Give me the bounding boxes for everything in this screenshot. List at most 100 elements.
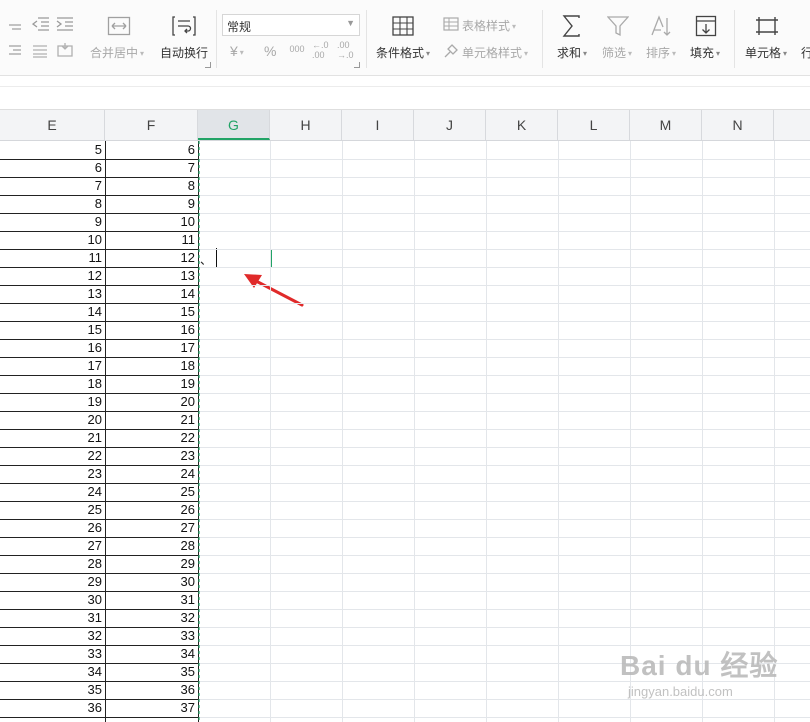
cell-f[interactable]: 20 (105, 393, 198, 411)
cell-e[interactable]: 17 (0, 357, 105, 375)
cell-style-icon[interactable] (443, 43, 459, 59)
spreadsheet-grid[interactable]: 、 5 6 6 7 7 8 8 9 9 10 10 11 11 12 12 13 13 14 14 15 15 16 16 1… (0, 141, 810, 722)
percent-button[interactable]: % (264, 43, 276, 59)
cell-f[interactable]: 33 (105, 627, 198, 645)
column-header-cut[interactable]: C (774, 110, 810, 140)
cell-style-button[interactable]: 单元格样式 ▾ (462, 44, 528, 61)
number-format-launcher-icon[interactable] (354, 62, 360, 68)
decrease-indent-icon[interactable] (32, 16, 50, 32)
sort-button[interactable]: 排序 ▾ (646, 44, 676, 61)
cell-e[interactable]: 16 (0, 339, 105, 357)
cell-f[interactable]: 31 (105, 591, 198, 609)
cell-f[interactable]: 24 (105, 465, 198, 483)
cell-f[interactable]: 36 (105, 681, 198, 699)
cell-f[interactable]: 12 (105, 249, 198, 267)
cell-e[interactable]: 12 (0, 267, 105, 285)
merge-center-icon[interactable] (107, 16, 131, 36)
conditional-format-button[interactable]: 条件格式 ▾ (376, 44, 430, 61)
cell-e[interactable]: 20 (0, 411, 105, 429)
distribute-icon[interactable] (32, 44, 48, 58)
cell-f[interactable]: 30 (105, 573, 198, 591)
cell-e[interactable]: 14 (0, 303, 105, 321)
conditional-format-icon[interactable] (392, 16, 414, 36)
cell-f[interactable]: 7 (105, 159, 198, 177)
align-top-icon[interactable] (8, 16, 22, 30)
column-header-h[interactable]: H (270, 110, 342, 140)
currency-button[interactable]: ¥ ▾ (230, 43, 244, 59)
thousands-button[interactable]: 000 (288, 44, 306, 54)
cell-e[interactable]: 9 (0, 213, 105, 231)
wrap-text-icon[interactable] (172, 15, 196, 37)
column-header-e[interactable]: E (0, 110, 105, 140)
cell-e[interactable]: 15 (0, 321, 105, 339)
alignment-launcher-icon[interactable] (205, 62, 211, 68)
vertical-align-icon[interactable] (56, 42, 74, 58)
column-header-i[interactable]: I (342, 110, 414, 140)
cell-e[interactable]: 10 (0, 231, 105, 249)
cell-f[interactable]: 34 (105, 645, 198, 663)
fill-icon[interactable] (695, 15, 717, 37)
cell-e[interactable]: 26 (0, 519, 105, 537)
align-right-icon[interactable] (8, 44, 22, 58)
cell-f[interactable]: 23 (105, 447, 198, 465)
cell-f[interactable]: 27 (105, 519, 198, 537)
column-header-k[interactable]: K (486, 110, 558, 140)
cell-e[interactable]: 28 (0, 555, 105, 573)
cell-e[interactable]: 31 (0, 609, 105, 627)
merge-center-button[interactable]: 合并居中 ▾ (90, 44, 144, 61)
cell-f[interactable]: 18 (105, 357, 198, 375)
cell-e[interactable]: 19 (0, 393, 105, 411)
increase-indent-icon[interactable] (56, 16, 74, 32)
cell-f[interactable]: 15 (105, 303, 198, 321)
table-style-icon[interactable] (443, 17, 459, 31)
cell-f[interactable]: 35 (105, 663, 198, 681)
cell-e[interactable]: 32 (0, 627, 105, 645)
cell-e[interactable]: 24 (0, 483, 105, 501)
cell-e[interactable]: 5 (0, 141, 105, 159)
cell-e[interactable]: 6 (0, 159, 105, 177)
cell-f[interactable]: 32 (105, 609, 198, 627)
cell-f[interactable]: 25 (105, 483, 198, 501)
column-header-g[interactable]: G (198, 110, 270, 140)
increase-decimal-button[interactable]: ←.0 .00 (312, 40, 332, 60)
cell-e[interactable]: 18 (0, 375, 105, 393)
cell-f[interactable]: 37 (105, 699, 198, 717)
cell-e[interactable]: 29 (0, 573, 105, 591)
cell-f[interactable]: 14 (105, 285, 198, 303)
cell-f[interactable]: 9 (105, 195, 198, 213)
cell-icon[interactable] (755, 16, 779, 36)
column-header-f[interactable]: F (105, 110, 198, 140)
column-header-m[interactable]: M (630, 110, 702, 140)
wrap-text-button[interactable]: 自动换行 (160, 44, 208, 61)
cell-e[interactable]: 35 (0, 681, 105, 699)
cell-f[interactable]: 10 (105, 213, 198, 231)
cell-e[interactable]: 21 (0, 429, 105, 447)
cell-f[interactable]: 6 (105, 141, 198, 159)
sort-icon[interactable] (649, 15, 673, 37)
row-col-button[interactable]: 行 (801, 44, 810, 61)
cell-f[interactable]: 8 (105, 177, 198, 195)
cell-e[interactable]: 33 (0, 645, 105, 663)
cell-e[interactable]: 36 (0, 699, 105, 717)
decrease-decimal-button[interactable]: .00 →.0 (337, 40, 357, 60)
cell-f[interactable]: 21 (105, 411, 198, 429)
cell-e[interactable]: 34 (0, 663, 105, 681)
cell-e[interactable]: 30 (0, 591, 105, 609)
column-header-j[interactable]: J (414, 110, 486, 140)
filter-icon[interactable] (607, 15, 629, 37)
cell-f[interactable]: 17 (105, 339, 198, 357)
cell-e[interactable]: 27 (0, 537, 105, 555)
cell-f[interactable]: 11 (105, 231, 198, 249)
column-header-n[interactable]: N (702, 110, 774, 140)
cell-e[interactable]: 23 (0, 465, 105, 483)
table-style-button[interactable]: 表格样式 ▾ (462, 17, 516, 34)
cell-f[interactable]: 19 (105, 375, 198, 393)
cell-f[interactable]: 13 (105, 267, 198, 285)
filter-button[interactable]: 筛选 ▾ (602, 44, 632, 61)
cell-e[interactable]: 11 (0, 249, 105, 267)
column-header-l[interactable]: L (558, 110, 630, 140)
number-format-select[interactable]: 常规 ▼ (222, 14, 360, 36)
cell-e[interactable]: 8 (0, 195, 105, 213)
cell-f[interactable]: 16 (105, 321, 198, 339)
formula-bar[interactable] (0, 76, 810, 110)
